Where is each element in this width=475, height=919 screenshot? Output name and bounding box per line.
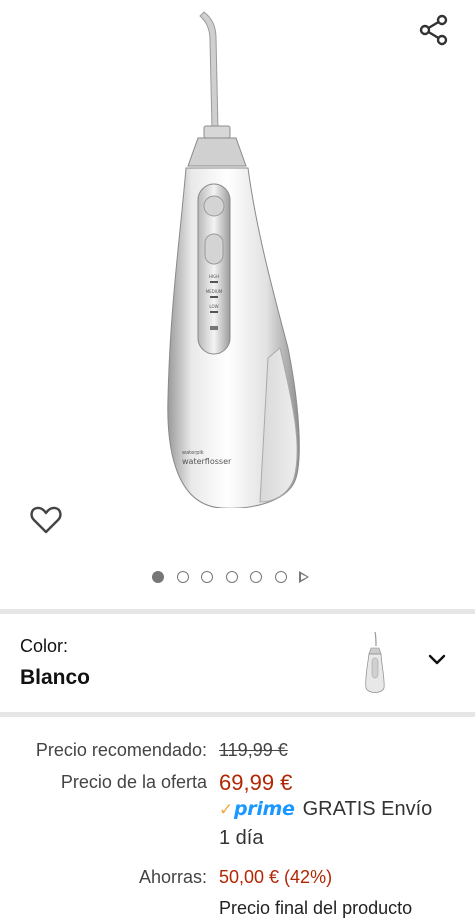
- carousel-dot-6[interactable]: [274, 571, 287, 583]
- color-value: Blanco: [20, 666, 91, 689]
- mode-label-medium: MEDIUM: [206, 289, 223, 294]
- recommended-price-value: 119,99 €: [219, 740, 288, 760]
- shipping-text: GRATIS Envío: [302, 798, 433, 820]
- mode-label-high: HIGH: [209, 274, 219, 279]
- carousel-dot-3[interactable]: [201, 571, 213, 583]
- recommended-price-label: Precio recomendado:: [35, 740, 207, 760]
- prime-shipping[interactable]: ✓prime GRATIS Envío: [219, 798, 432, 821]
- brand-logo-small: waterpik: [182, 450, 204, 456]
- carousel-dot-5[interactable]: [250, 571, 262, 583]
- chevron-down-icon[interactable]: [426, 648, 448, 670]
- offer-price-value: 69,99 €: [219, 770, 293, 795]
- wishlist-button[interactable]: [28, 502, 64, 538]
- product-image-carousel[interactable]: HIGH MEDIUM LOW waterpik waterflosser: [0, 0, 475, 600]
- carousel-dot-2[interactable]: [176, 571, 189, 583]
- savings-label: Ahorras:: [138, 867, 207, 887]
- carousel-dot-4[interactable]: [225, 571, 238, 583]
- color-selector[interactable]: Color: Blanco: [0, 614, 475, 712]
- prime-logo: ✓prime: [219, 798, 295, 820]
- play-triangle-icon[interactable]: [299, 571, 309, 583]
- brand-logo-text: waterflosser: [182, 457, 232, 466]
- savings-value: 50,00 € (42%): [219, 867, 333, 887]
- heart-icon: [30, 506, 62, 534]
- carousel-dot-1[interactable]: [152, 571, 164, 583]
- share-icon: [419, 14, 448, 46]
- offer-price-label: Precio de la oferta: [60, 772, 207, 792]
- product-photo: HIGH MEDIUM LOW waterpik waterflosser: [167, 11, 300, 508]
- color-thumbnail[interactable]: [360, 630, 390, 696]
- color-label: Color:: [20, 636, 69, 656]
- final-price-note: Precio final del producto: [219, 898, 413, 918]
- share-button[interactable]: [416, 12, 452, 48]
- price-block: Precio recomendado: 119,99 € Precio de l…: [0, 717, 475, 919]
- mode-label-low: LOW: [209, 304, 218, 309]
- carousel-indicator: [152, 569, 309, 585]
- shipping-days: 1 día: [219, 827, 264, 849]
